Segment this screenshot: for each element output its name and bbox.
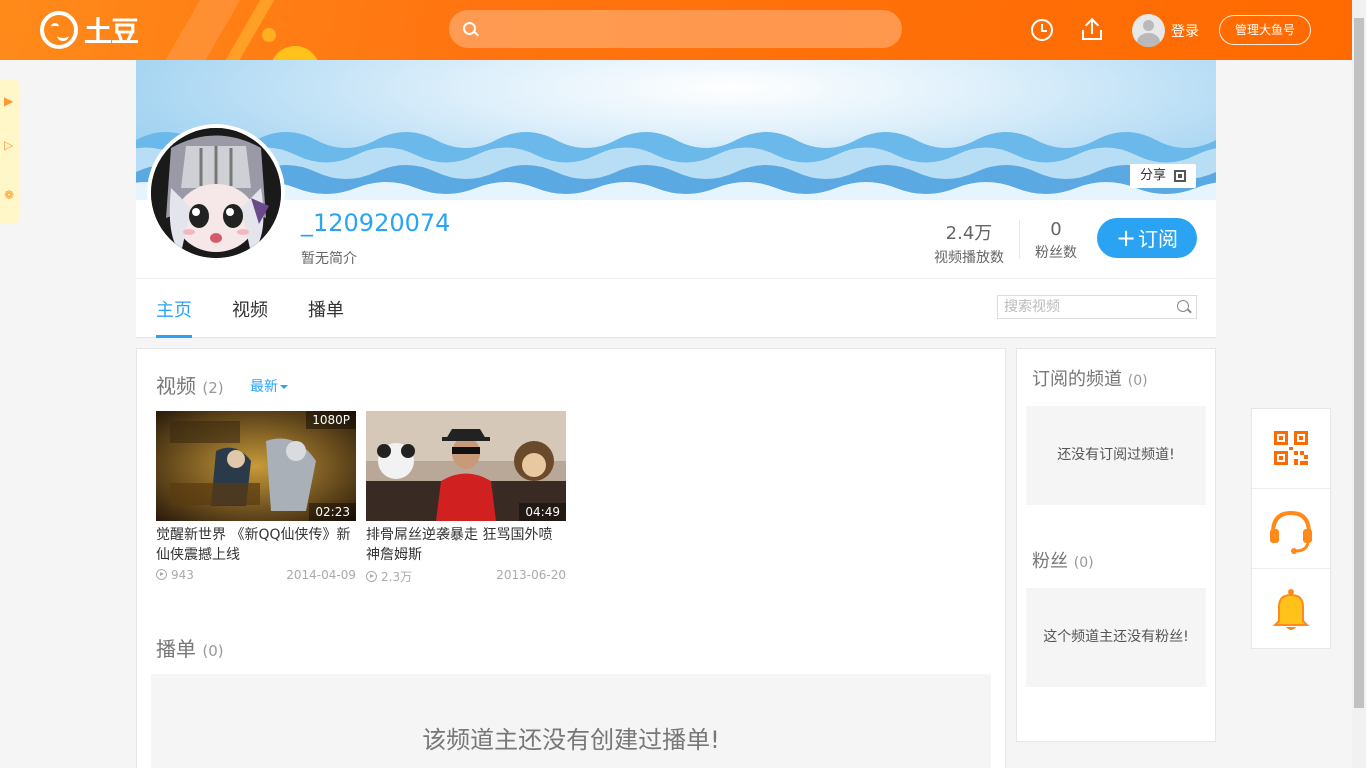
video-title[interactable]: 排骨屌丝逆袭暴走 狂骂国外喷神詹姆斯: [366, 525, 566, 565]
stat-divider: [1019, 220, 1020, 258]
stat-video-plays: 2.4万 视频播放数: [934, 219, 1004, 267]
video-thumbnail[interactable]: 1080P 02:23: [156, 411, 356, 521]
tab-playlists[interactable]: 播单: [308, 296, 344, 322]
side-title-text: 订阅的频道: [1032, 369, 1122, 390]
page-scrollbar[interactable]: [1352, 0, 1366, 768]
search-placeholder: 搜索视频: [1004, 299, 1060, 315]
tab-home[interactable]: 主页: [156, 296, 192, 322]
logo-face-icon: [40, 11, 78, 49]
user-avatar-icon[interactable]: [1132, 14, 1165, 47]
upload-icon[interactable]: [1081, 17, 1103, 41]
fans-empty-state: 这个频道主还没有粉丝!: [1026, 588, 1206, 687]
plus-icon: +: [1115, 224, 1137, 252]
stat-value: 0: [1050, 219, 1062, 240]
play-count-icon: [156, 569, 167, 580]
sort-label: 最新: [250, 379, 278, 395]
header-search-input[interactable]: [449, 10, 902, 48]
notification-bell-icon: [1272, 589, 1310, 630]
caret-down-icon: [280, 385, 288, 389]
subscribe-label: 订阅: [1138, 227, 1179, 251]
stat-value: 2.4万: [945, 223, 993, 244]
section-count: (2): [202, 379, 224, 397]
section-title-text: 视频: [156, 374, 196, 398]
view-count: 943: [171, 568, 194, 582]
play-outline-icon[interactable]: ▷: [4, 138, 13, 152]
stat-fans: 0 粉丝数: [1034, 219, 1078, 262]
side-title-text: 粉丝: [1032, 551, 1068, 572]
video-meta: 2.3万 2013-06-20: [366, 568, 566, 584]
upload-date: 2013-06-20: [496, 568, 566, 582]
left-floating-tab[interactable]: ▶ ▷ ❁: [0, 80, 19, 223]
customer-service-tool[interactable]: [1252, 489, 1330, 569]
upload-date: 2014-04-09: [286, 568, 356, 582]
video-search-input[interactable]: 搜索视频: [997, 295, 1197, 319]
flower-icon[interactable]: ❁: [4, 188, 14, 202]
customer-service-headset-icon: [1270, 510, 1312, 554]
active-tab-indicator: [156, 335, 192, 338]
video-card[interactable]: 04:49 排骨屌丝逆袭暴走 狂骂国外喷神詹姆斯 2.3万 2013-06-20: [366, 411, 566, 584]
video-title[interactable]: 觉醒新世界 《新QQ仙侠传》新仙侠震撼上线: [156, 525, 356, 565]
side-count: (0): [1073, 555, 1094, 571]
channel-name: _120920074: [301, 209, 451, 237]
videos-section-title: 视频 (2): [156, 370, 224, 399]
share-label: 分享: [1140, 168, 1167, 183]
search-icon[interactable]: [1177, 300, 1189, 312]
video-meta: 943 2014-04-09: [156, 568, 356, 584]
qr-code-icon: [1174, 170, 1186, 182]
manage-dayu-button[interactable]: 管理大鱼号: [1219, 15, 1311, 45]
channel-avatar: [147, 124, 285, 262]
wave-decoration: [136, 132, 1216, 200]
login-link[interactable]: 登录: [1171, 21, 1199, 41]
video-card[interactable]: 1080P 02:23 觉醒新世界 《新QQ仙侠传》新仙侠震撼上线 943 20…: [156, 411, 356, 584]
tab-videos[interactable]: 视频: [232, 296, 268, 322]
video-thumbnail[interactable]: 04:49: [366, 411, 566, 521]
subscribed-empty-state: 还没有订阅过频道!: [1026, 406, 1206, 505]
fans-title: 粉丝 (0): [1032, 547, 1094, 573]
header-decoration: [270, 46, 320, 60]
channel-description: 暂无简介: [301, 251, 357, 267]
stat-label: 视频播放数: [934, 250, 1004, 266]
search-icon[interactable]: [463, 22, 476, 35]
qr-code-tool[interactable]: [1252, 409, 1330, 489]
stat-label: 粉丝数: [1035, 245, 1077, 261]
quality-badge: 1080P: [306, 411, 356, 429]
notification-tool[interactable]: [1252, 569, 1330, 649]
view-count: 2.3万: [381, 570, 413, 584]
section-title-text: 播单: [156, 637, 196, 661]
site-logo[interactable]: 土豆: [40, 11, 139, 49]
anime-avatar-image: [151, 128, 281, 258]
video-duration: 02:23: [309, 503, 356, 521]
play-count-icon: [366, 571, 377, 582]
logo-text: 土豆: [84, 15, 139, 48]
share-button[interactable]: 分享: [1130, 164, 1196, 188]
playlists-section-title: 播单 (0): [156, 633, 224, 662]
subscribe-button[interactable]: + 订阅: [1097, 218, 1197, 258]
playlists-empty-state: 该频道主还没有创建过播单!: [151, 674, 991, 768]
header-decoration: [262, 28, 276, 42]
history-clock-icon[interactable]: [1031, 19, 1053, 41]
qr-code-icon: [1274, 431, 1308, 465]
play-triangle-icon[interactable]: ▶: [4, 94, 13, 108]
scrollbar-thumb[interactable]: [1354, 18, 1364, 708]
subscribed-channels-title: 订阅的频道 (0): [1032, 365, 1148, 391]
side-count: (0): [1127, 373, 1148, 389]
video-duration: 04:49: [519, 503, 566, 521]
channel-banner: [136, 60, 1216, 200]
floating-toolbar: [1251, 408, 1331, 649]
section-count: (0): [202, 642, 224, 660]
sort-dropdown[interactable]: 最新: [250, 376, 288, 396]
